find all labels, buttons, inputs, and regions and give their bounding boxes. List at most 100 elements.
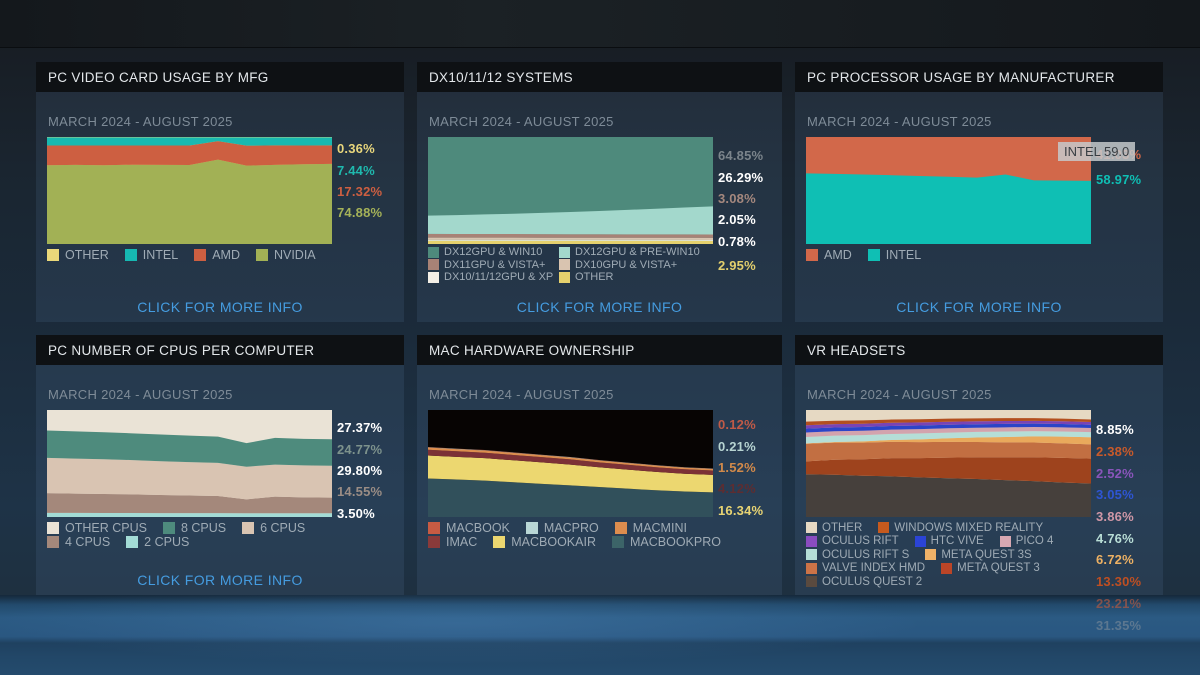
date-range-label: MARCH 2024 - AUGUST 2025 — [807, 114, 992, 129]
date-range-label: MARCH 2024 - AUGUST 2025 — [429, 114, 614, 129]
value-label: 64.85% — [718, 145, 793, 166]
legend-item: DX10/11/12GPU & XP — [428, 271, 559, 283]
legend-item: VALVE INDEX HMD — [806, 562, 925, 574]
legend-item: META QUEST 3S — [925, 549, 1031, 561]
legend-label: HTC VIVE — [931, 535, 984, 547]
more-info-link[interactable]: CLICK FOR MORE INFO — [36, 572, 404, 588]
legend-swatch — [194, 249, 206, 261]
legend-item: OTHER — [47, 248, 109, 262]
panel-body: MARCH 2024 - AUGUST 202541.03%58.97%INTE… — [795, 92, 1163, 322]
value-label: 0.36% — [337, 138, 412, 159]
legend-label: DX10GPU & VISTA+ — [575, 259, 677, 271]
legend-label: OCULUS RIFT S — [822, 549, 909, 561]
legend-label: MACPRO — [544, 521, 599, 535]
legend-swatch — [428, 536, 440, 548]
legend-label: MACBOOKPRO — [630, 535, 721, 549]
panel-title: PC NUMBER OF CPUS PER COMPUTER — [36, 335, 404, 365]
legend-swatch — [559, 247, 570, 258]
legend-label: OTHER — [575, 271, 614, 283]
legend-swatch — [925, 549, 936, 560]
value-label: 7.44% — [337, 159, 412, 180]
stacked-area-chart[interactable] — [47, 137, 332, 244]
value-label: 3.86% — [1096, 506, 1171, 528]
legend-label: PICO 4 — [1016, 535, 1054, 547]
legend-item: NVIDIA — [256, 248, 316, 262]
chart-legend: MACBOOKMACPROMACMINIIMACMACBOOKAIRMACBOO… — [428, 521, 737, 549]
legend-swatch — [428, 522, 440, 534]
area-series-intel — [47, 137, 332, 145]
stacked-area-chart[interactable] — [806, 137, 1091, 244]
legend-label: AMD — [212, 248, 240, 262]
legend-label: OTHER — [822, 522, 862, 534]
legend-item: DX12GPU & WIN10 — [428, 246, 559, 258]
legend-swatch — [941, 563, 952, 574]
legend-label: OCULUS RIFT — [822, 535, 899, 547]
panel-title: DX10/11/12 SYSTEMS — [417, 62, 782, 92]
legend-label: META QUEST 3 — [957, 562, 1040, 574]
legend-label: INTEL — [143, 248, 178, 262]
legend-item: 2 CPUS — [126, 535, 189, 549]
legend-swatch — [242, 522, 254, 534]
panel-title: VR HEADSETS — [795, 335, 1163, 365]
legend-row: DX11GPU & VISTA+ DX10GPU & VISTA+ — [428, 259, 690, 272]
panel-body: MARCH 2024 - AUGUST 20258.85%2.38%2.52%3… — [795, 365, 1163, 595]
legend-swatch — [878, 522, 889, 533]
legend-label: DX10/11/12GPU & XP — [444, 271, 553, 283]
date-range-label: MARCH 2024 - AUGUST 2025 — [807, 387, 992, 402]
legend-item: OTHER — [559, 271, 690, 283]
legend-item: OTHER CPUS — [47, 521, 147, 535]
legend-swatch — [526, 522, 538, 534]
legend-label: DX12GPU & PRE-WIN10 — [575, 246, 700, 258]
area-series-dx10gpu-vista- — [428, 238, 713, 240]
more-info-link[interactable]: CLICK FOR MORE INFO — [36, 299, 404, 315]
value-label: 3.08% — [718, 188, 793, 209]
more-info-link[interactable]: CLICK FOR MORE INFO — [795, 299, 1163, 315]
legend-item: MACBOOK — [428, 521, 510, 535]
legend-item: DX10GPU & VISTA+ — [559, 259, 690, 271]
value-label: 14.55% — [337, 481, 412, 502]
footer-glow — [0, 595, 1200, 675]
area-series-dx11gpu-vista- — [428, 234, 713, 238]
legend-item: 6 CPUS — [242, 521, 305, 535]
stacked-area-chart[interactable] — [47, 410, 332, 517]
value-label: 58.97% — [1096, 167, 1171, 192]
chart-legend: OTHER WINDOWS MIXED REALITYOCULUS RIFT HTC… — [806, 521, 1069, 589]
chart-legend: DX12GPU & WIN10DX12GPU & PRE-WIN10DX11GP… — [428, 246, 690, 284]
value-labels-column: 0.12%0.21%1.52%4.12%16.34% — [718, 414, 793, 521]
value-label: 6.72% — [1096, 549, 1171, 571]
panel-cpumfg: PC PROCESSOR USAGE BY MANUFACTURERMARCH … — [795, 62, 1163, 322]
legend-item: WINDOWS MIXED REALITY — [878, 522, 1043, 534]
value-label: 4.76% — [1096, 527, 1171, 549]
legend-label: NVIDIA — [274, 248, 316, 262]
more-info-link[interactable]: CLICK FOR MORE INFO — [417, 299, 782, 315]
legend-label: OCULUS QUEST 2 — [822, 576, 922, 588]
area-series-dx10-11-12gpu-xp — [428, 240, 713, 241]
value-label: 29.80% — [337, 460, 412, 481]
legend-label: 6 CPUS — [260, 521, 305, 535]
legend-label: DX12GPU & WIN10 — [444, 246, 542, 258]
value-label: 4.12% — [718, 478, 793, 499]
stacked-area-chart[interactable] — [428, 137, 713, 244]
legend-item: OCULUS QUEST 2 — [806, 576, 922, 588]
legend-swatch — [615, 522, 627, 534]
value-label: 3.50% — [337, 503, 412, 524]
panel-body: MARCH 2024 - AUGUST 20250.36%7.44%17.32%… — [36, 92, 404, 322]
legend-swatch — [428, 247, 439, 258]
area-series-other — [428, 241, 713, 244]
legend-item: OTHER — [806, 522, 862, 534]
value-label: 2.52% — [1096, 462, 1171, 484]
legend-label: 4 CPUS — [65, 535, 110, 549]
legend-swatch — [806, 563, 817, 574]
chart-legend: AMDINTEL — [806, 248, 937, 262]
value-label: 31.35% — [1096, 614, 1171, 636]
panel-body: MARCH 2024 - AUGUST 20250.12%0.21%1.52%4… — [417, 365, 782, 595]
value-label: 74.88% — [337, 202, 412, 223]
legend-label: DX11GPU & VISTA+ — [444, 259, 545, 271]
legend-item: HTC VIVE — [915, 535, 984, 547]
stacked-area-chart[interactable] — [428, 410, 713, 517]
stacked-area-chart[interactable] — [806, 410, 1091, 517]
legend-item: AMD — [194, 248, 240, 262]
area-series-nvidia — [47, 160, 332, 244]
legend-item: INTEL — [125, 248, 178, 262]
legend-row: IMACMACBOOKAIRMACBOOKPRO — [428, 535, 737, 549]
